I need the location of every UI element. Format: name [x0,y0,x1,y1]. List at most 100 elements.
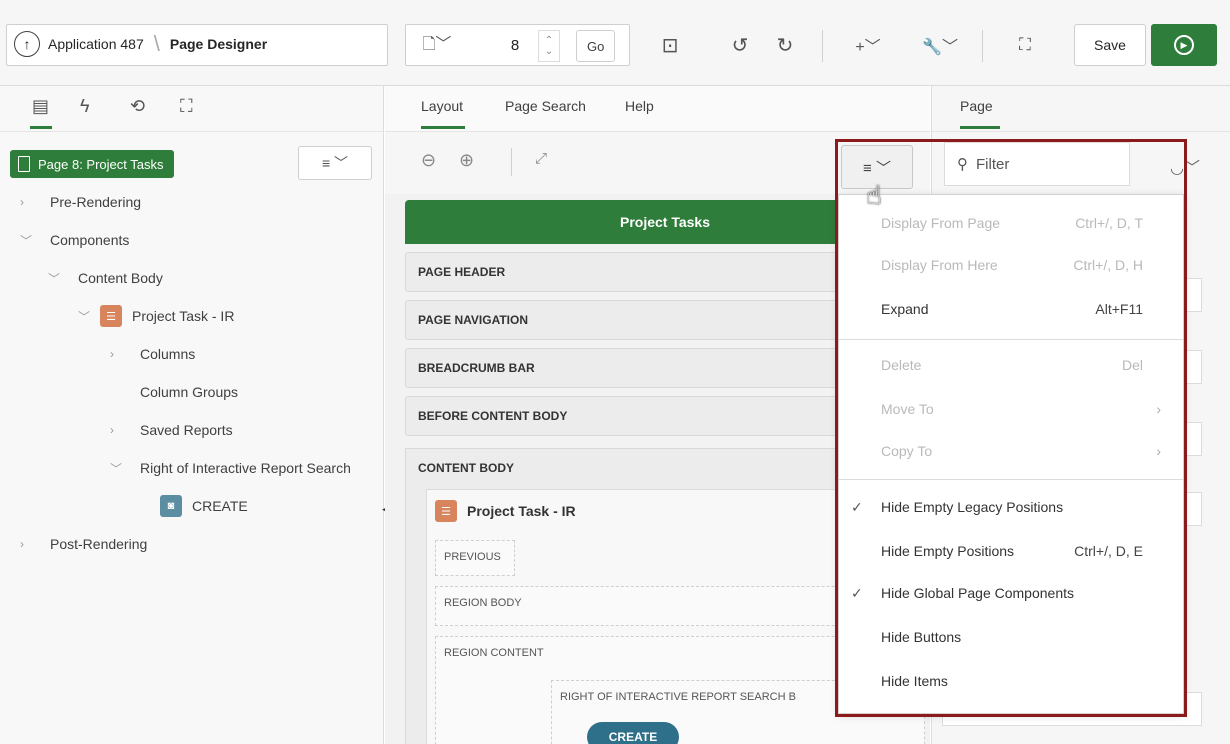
menu-item-hide-empty-legacy-positions[interactable]: ✓ Hide Empty Legacy Positions [839,487,1183,527]
create-button-chip[interactable]: CREATE [587,722,679,744]
active-tab-indicator [30,126,52,129]
tree-item-label: Post-Rendering [50,536,148,552]
breadcrumb-separator: \ [153,31,160,56]
sub-position-previous[interactable]: PREVIOUS [435,540,515,576]
chevron-right-icon: › [1156,443,1161,459]
unlock-icon[interactable]: ⊡ [650,24,690,66]
right-tabs: Page [932,86,1230,132]
menu-item-display-from-page[interactable]: Display From Page Ctrl+/, D, T [839,203,1183,243]
tree-item-label: Right of Interactive Report Search [140,460,351,476]
page-number-stepper[interactable]: ⌃ ⌄ [538,30,560,62]
chevron-right-icon[interactable]: › [110,347,124,361]
menu-item-delete[interactable]: Delete Del [839,345,1183,385]
go-button[interactable]: Go [576,30,616,62]
tree-item-project-task-ir[interactable]: ﹀ ☰ Project Task - IR [78,304,234,328]
menu-item-label: Delete [881,357,922,373]
tree-item-columns[interactable]: › Columns [110,342,195,366]
toolbar-divider [982,30,983,62]
menu-item-hide-items[interactable]: Hide Items [839,661,1183,701]
tree-item-label: Column Groups [140,384,239,400]
checkmark-icon: ✓ [851,584,863,601]
chevron-right-icon[interactable]: › [110,423,124,437]
chevron-down-icon[interactable]: ﹀ [78,308,92,325]
zoom-in-icon[interactable]: ⊕ [459,150,474,171]
run-page-button[interactable]: ▶ [1151,24,1217,66]
processing-tab-icon[interactable]: ⟲ [130,96,145,117]
utilities-wrench-icon[interactable]: 🔧﹀ [915,24,965,66]
tree-item-pre-rendering[interactable]: › Pre-Rendering [20,190,141,214]
menu-item-label: Display From Here [881,257,998,273]
menu-item-shortcut: Alt+F11 [1095,301,1143,317]
tree-item-label: Columns [140,346,196,362]
menu-item-shortcut: Ctrl+/, D, H [1073,257,1143,273]
chevron-right-icon[interactable]: › [20,195,34,209]
spinner-icon: ◡﹀ [1170,160,1200,177]
active-tab-indicator [960,126,1000,129]
chevron-down-icon[interactable]: ﹀ [110,460,124,477]
menu-item-label: Hide Items [881,673,948,689]
tree-item-label: Components [50,232,130,248]
search-icon: ⚲ [957,156,968,173]
shared-components-tab-icon[interactable]: ⛶ [180,96,193,117]
menu-item-copy-to[interactable]: Copy To › [839,431,1183,471]
chevron-down-icon[interactable]: ﹀ [48,270,62,287]
menu-item-display-from-here[interactable]: Display From Here Ctrl+/, D, H [839,245,1183,285]
tree-item-post-rendering[interactable]: › Post-Rendering [20,532,147,556]
page-node[interactable]: Page 8: Project Tasks [10,150,174,178]
up-arrow-icon[interactable]: ↑ [14,31,40,57]
top-toolbar: ↑ Application 487 \ Page Designer 🗋﹀ 8 ⌃… [0,0,1230,86]
toolbar-divider [822,30,823,62]
tab-layout[interactable]: Layout [421,98,463,114]
checkmark-icon: ✓ [851,498,863,515]
menu-item-hide-buttons[interactable]: Hide Buttons [839,617,1183,657]
tree-item-right-of-ir-search[interactable]: ﹀ Right of Interactive Report Search [110,456,382,480]
menu-item-hide-global-page-components[interactable]: ✓ Hide Global Page Components [839,573,1183,613]
tree-item-components[interactable]: ﹀ Components [20,228,129,252]
toolbar-divider [511,148,512,176]
chevron-right-icon[interactable]: › [20,537,34,551]
menu-item-label: Hide Empty Positions [881,543,1015,559]
rendering-tree-pane: ▤ ϟ ⟲ ⛶ Page 8: Project Tasks ≡ ﹀ › Pre-R… [0,86,389,744]
menu-item-label: Hide Global Page Components [881,585,1075,601]
filter-input[interactable]: ⚲ Filter [944,142,1130,186]
save-button[interactable]: Save [1074,24,1146,66]
tab-page-search[interactable]: Page Search [505,98,586,114]
menu-item-move-to[interactable]: Move To › [839,389,1183,429]
menu-item-hide-empty-positions[interactable]: Hide Empty Positions Ctrl+/, D, E [839,531,1183,571]
tree-item-label: CREATE [192,498,248,514]
play-icon: ▶ [1174,35,1194,55]
zoom-out-icon[interactable]: ⊖ [421,150,436,171]
undo-icon[interactable]: ↺ [720,24,760,66]
tree-item-content-body[interactable]: ﹀ Content Body [48,266,163,290]
menu-item-shortcut: Ctrl+/, D, E [1074,543,1143,559]
create-menu-icon[interactable]: +﹀ [843,24,893,66]
dynamic-actions-tab-icon[interactable]: ϟ [80,96,90,117]
filter-placeholder: Filter [976,155,1010,173]
chevron-right-icon: › [1156,401,1161,417]
menu-item-label: Copy To [881,443,933,459]
tab-page[interactable]: Page [960,98,993,114]
rendering-tab-icon[interactable]: ▤ [32,96,49,117]
page-number-input[interactable]: 8 [500,24,530,66]
tree-menu-button[interactable]: ≡ ﹀ [298,146,372,180]
interactive-report-icon: ☰ [435,500,457,522]
tree-item-create-button[interactable]: ◙ CREATE [160,494,248,518]
tree-item-column-groups[interactable]: Column Groups [140,380,238,404]
tab-help[interactable]: Help [625,98,654,114]
hand-pointer-icon: ☝ [866,180,882,210]
app-breadcrumb: ↑ Application 487 \ Page Designer [14,22,267,66]
region-content-label: REGION CONTENT [444,647,544,659]
tree-item-saved-reports[interactable]: › Saved Reports [110,418,233,442]
menu-separator [839,479,1183,480]
shared-components-icon[interactable]: ⛶ [1005,24,1045,66]
redo-icon[interactable]: ↻ [765,24,805,66]
menu-item-label: Display From Page [881,215,1001,231]
chevron-down-icon[interactable]: ﹀ [20,232,34,249]
tree-item-label: Content Body [78,270,163,286]
menu-item-label: Hide Empty Legacy Positions [881,499,1064,515]
application-link[interactable]: Application 487 [48,36,144,52]
menu-item-expand[interactable]: Expand Alt+F11 [839,289,1183,329]
page-type-dropdown[interactable]: 🗋﹀ [412,24,462,66]
expand-icon[interactable]: ⤢ [535,150,547,167]
interactive-report-icon: ☰ [100,305,122,327]
